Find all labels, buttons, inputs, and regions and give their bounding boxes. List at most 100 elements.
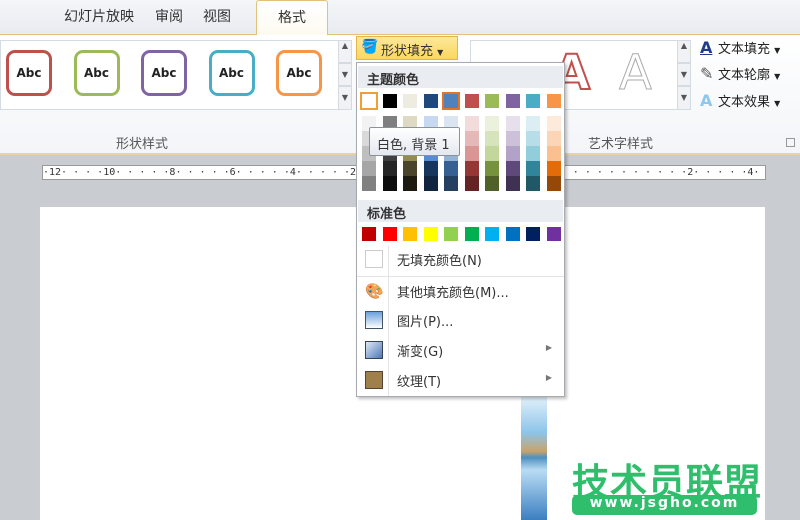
watermark-url: www.jsgho.com (572, 495, 757, 515)
theme-shade-swatch[interactable] (423, 161, 438, 176)
gallery-scroll-down[interactable]: ▼ (338, 63, 352, 86)
menu-item[interactable]: 无填充颜色(N) (357, 245, 564, 273)
no-fill-icon (365, 250, 383, 268)
theme-shade-swatch[interactable] (464, 146, 479, 161)
theme-color-swatch[interactable] (403, 94, 417, 108)
theme-color-swatch[interactable] (464, 94, 479, 108)
tab-review[interactable]: 审阅 (155, 6, 183, 26)
ribbon-tab-bar: 幻灯片放映 审阅 视图 格式 (0, 0, 800, 36)
theme-shade-swatch[interactable] (444, 161, 458, 176)
theme-shade-swatch[interactable] (382, 161, 397, 176)
theme-shade-swatch[interactable] (546, 176, 561, 191)
theme-shade-swatch[interactable] (526, 116, 540, 131)
theme-shade-swatch[interactable] (526, 176, 540, 191)
shape-style-1[interactable]: Abc (6, 50, 52, 96)
theme-shade-swatch[interactable] (485, 131, 499, 146)
tab-slideshow[interactable]: 幻灯片放映 (64, 6, 134, 26)
theme-shade-swatch[interactable] (362, 176, 376, 191)
shape-fill-label: 形状填充 (381, 44, 434, 59)
menu-item[interactable]: 图片(P)... (357, 306, 564, 334)
theme-shade-swatch[interactable] (526, 131, 540, 146)
wordart-scroll-down[interactable]: ▼ (677, 63, 691, 86)
theme-shade-swatch[interactable] (505, 116, 520, 131)
theme-shade-swatch[interactable] (546, 146, 561, 161)
menu-item[interactable]: 🎨 其他填充颜色(M)... (357, 276, 564, 304)
theme-color-swatch[interactable] (505, 94, 520, 108)
theme-shade-swatch[interactable] (526, 161, 540, 176)
theme-shade-swatch[interactable] (485, 116, 499, 131)
theme-shade-swatch[interactable] (485, 146, 499, 161)
standard-color-swatch[interactable] (526, 227, 540, 241)
gradient-icon (365, 341, 383, 359)
theme-shade-swatch[interactable] (444, 176, 458, 191)
standard-color-swatch[interactable] (382, 227, 397, 241)
menu-item-label: 其他填充颜色(M)... (397, 286, 509, 301)
menu-item[interactable]: 纹理(T) ▶ (357, 366, 564, 394)
wordart-scroll-up[interactable]: ▲ (677, 40, 691, 63)
theme-shade-swatch[interactable] (464, 131, 479, 146)
theme-shade-swatch[interactable] (464, 176, 479, 191)
text-fill-icon: A (700, 38, 713, 57)
tab-format[interactable]: 格式 (256, 0, 328, 36)
theme-shade-swatch[interactable] (505, 176, 520, 191)
theme-color-swatch[interactable] (546, 94, 561, 108)
text-outline-button[interactable]: ✎ 文本轮廓 ▼ (700, 64, 780, 83)
gallery-more[interactable]: ▼ (338, 86, 352, 110)
standard-color-swatch[interactable] (505, 227, 520, 241)
theme-color-swatch[interactable] (423, 94, 438, 108)
theme-color-swatch[interactable] (382, 94, 397, 108)
paint-bucket-icon: 🪣 (361, 39, 379, 55)
theme-shade-swatch[interactable] (526, 146, 540, 161)
standard-color-swatch[interactable] (444, 227, 458, 241)
shape-styles-label: 形状样式 (116, 137, 169, 152)
theme-color-swatch[interactable] (485, 94, 499, 108)
theme-shade-swatch[interactable] (464, 161, 479, 176)
text-outline-icon: ✎ (700, 64, 714, 83)
theme-shade-swatch[interactable] (505, 131, 520, 146)
dialog-launcher-icon[interactable] (786, 138, 795, 147)
theme-shade-swatch[interactable] (505, 161, 520, 176)
theme-shade-swatch[interactable] (485, 161, 499, 176)
shape-fill-button[interactable]: 🪣 形状填充 ▼ (356, 36, 458, 60)
standard-color-swatch[interactable] (403, 227, 417, 241)
theme-shade-swatch[interactable] (362, 161, 376, 176)
standard-color-swatch[interactable] (485, 227, 499, 241)
theme-shade-swatch[interactable] (403, 176, 417, 191)
tab-view[interactable]: 视图 (203, 6, 231, 26)
theme-shade-swatch[interactable] (423, 176, 438, 191)
theme-shade-swatch[interactable] (403, 161, 417, 176)
theme-shade-swatch[interactable] (485, 176, 499, 191)
menu-item[interactable]: 渐变(G) ▶ (357, 336, 564, 364)
theme-color-swatch[interactable] (526, 94, 540, 108)
menu-item-label: 纹理(T) (397, 375, 442, 390)
wordart-more[interactable]: ▼ (677, 86, 691, 110)
theme-shade-swatch[interactable] (546, 131, 561, 146)
theme-shade-swatch[interactable] (546, 116, 561, 131)
wordart-styles-label: 艺术字样式 (588, 137, 654, 152)
menu-item-label: 渐变(G) (397, 345, 444, 360)
shape-fill-dropdown: 主题颜色 标准色 无填充颜色(N) 🎨 其他填充颜色(M)... 图片(P)... 渐变… (356, 62, 565, 397)
text-fill-label: 文本填充 (718, 42, 771, 57)
menu-item-label: 无填充颜色(N) (397, 254, 482, 269)
theme-color-swatch[interactable] (442, 92, 460, 110)
gallery-scroll-up[interactable]: ▲ (338, 40, 352, 63)
standard-color-swatch[interactable] (546, 227, 561, 241)
shape-style-2[interactable]: Abc (73, 50, 120, 96)
standard-color-swatch[interactable] (423, 227, 438, 241)
text-effects-button[interactable]: A 文本效果 ▼ (700, 91, 780, 110)
color-tooltip: 白色, 背景 1 (369, 127, 460, 156)
theme-shade-swatch[interactable] (546, 161, 561, 176)
shape-style-4[interactable]: Abc (208, 50, 255, 96)
standard-color-swatch[interactable] (464, 227, 479, 241)
theme-shade-swatch[interactable] (505, 146, 520, 161)
theme-color-swatch[interactable] (360, 92, 378, 110)
text-fill-button[interactable]: A 文本填充 ▼ (700, 38, 780, 57)
slide-image[interactable] (521, 395, 547, 520)
theme-shade-swatch[interactable] (382, 176, 397, 191)
standard-color-swatch[interactable] (362, 227, 376, 241)
shape-style-3[interactable]: Abc (141, 50, 187, 96)
theme-shade-swatch[interactable] (464, 116, 479, 131)
wordart-preview-outline[interactable]: A (619, 45, 653, 102)
text-outline-label: 文本轮廓 (718, 68, 771, 83)
shape-style-5[interactable]: Abc (276, 50, 322, 96)
